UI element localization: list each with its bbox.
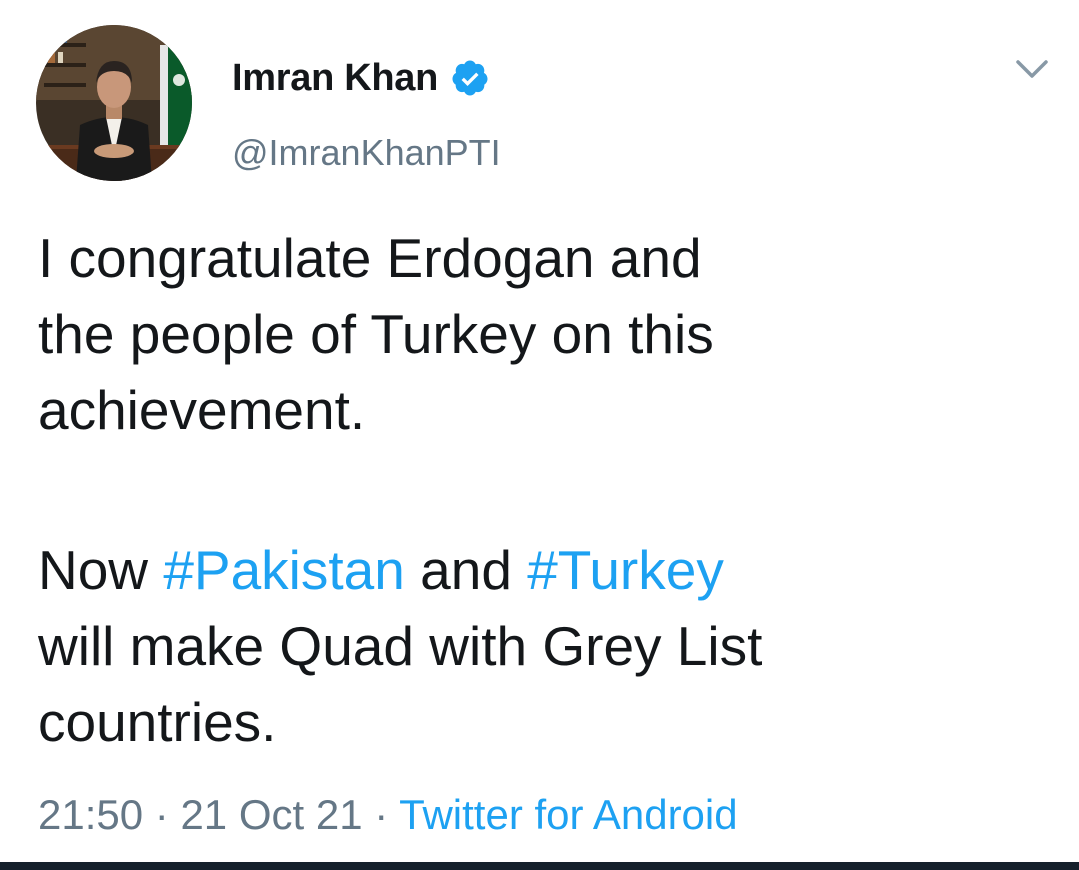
tweet-metadata: 21:50 · 21 Oct 21 · Twitter for Android xyxy=(38,787,738,843)
tweet-line: the people of Turkey on this xyxy=(38,303,714,365)
verified-badge-icon xyxy=(450,58,490,98)
author-name[interactable]: Imran Khan xyxy=(232,57,438,100)
tweet-date[interactable]: 21 Oct 21 xyxy=(180,791,362,838)
author-handle[interactable]: @ImranKhanPTI xyxy=(232,132,501,174)
chevron-down-icon[interactable] xyxy=(1012,52,1052,88)
tweet-source-link[interactable]: Twitter for Android xyxy=(399,791,737,838)
hashtag-link[interactable]: #Turkey xyxy=(527,539,724,601)
avatar[interactable] xyxy=(36,25,192,181)
hashtag-link[interactable]: #Pakistan xyxy=(163,539,405,601)
tweet-line: I congratulate Erdogan and xyxy=(38,227,702,289)
tweet-text-fragment: and xyxy=(404,539,528,601)
tweet-text-paragraph-2: Now #Pakistan and #Turkey will make Quad… xyxy=(38,532,762,760)
separator: · xyxy=(143,791,181,838)
tweet-text-paragraph-1: I congratulate Erdogan and the people of… xyxy=(38,220,714,448)
bottom-bar xyxy=(0,862,1079,870)
tweet-card: Imran Khan @ImranKhanPTI I congratulate … xyxy=(0,0,1079,862)
tweet-text-fragment: Now xyxy=(38,539,164,601)
tweet-line: will make Quad with Grey List xyxy=(38,615,763,677)
tweet-line: Now #Pakistan and #Turkey xyxy=(38,532,762,608)
author-name-row[interactable]: Imran Khan xyxy=(232,53,490,103)
avatar-image xyxy=(36,25,192,181)
tweet-line: achievement. xyxy=(38,379,366,441)
tweet-time[interactable]: 21:50 xyxy=(38,791,143,838)
tweet-line: countries. xyxy=(38,691,277,753)
separator: · xyxy=(362,791,400,838)
